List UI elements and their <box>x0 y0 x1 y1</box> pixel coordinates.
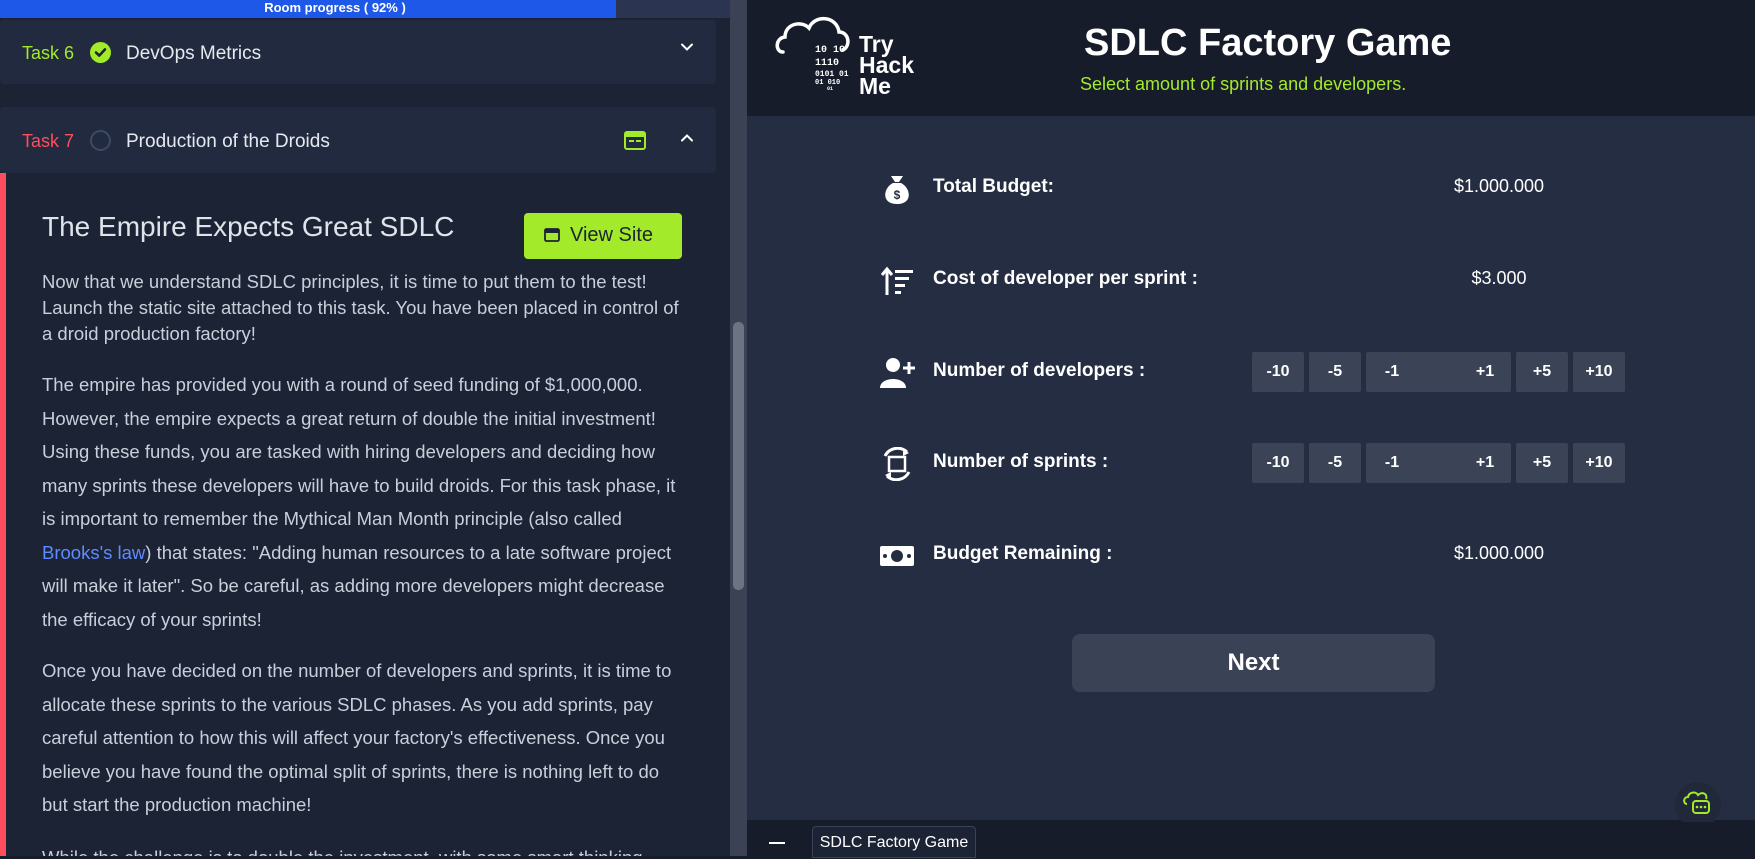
tab-sdlc-factory-game[interactable]: SDLC Factory Game <box>812 826 976 858</box>
sort-up-icon <box>880 266 913 295</box>
minimize-icon[interactable] <box>769 842 785 844</box>
logo-text: Me <box>859 73 891 98</box>
task-6-header[interactable]: Task 6 DevOps Metrics <box>0 20 716 84</box>
sprints-minus-5-button[interactable]: -5 <box>1309 443 1361 483</box>
task-7-content: The Empire Expects Great SDLC View Site … <box>0 173 716 856</box>
developers-minus-5-button[interactable]: -5 <box>1309 352 1361 392</box>
sync-icon <box>883 447 911 481</box>
game-panel: 10 10 1110 0101 01 01 010 01 Try Hack Me… <box>747 0 1755 858</box>
task-heading: The Empire Expects Great SDLC <box>42 211 455 242</box>
task-paragraph: The empire has provided you with a round… <box>42 368 682 636</box>
task-paragraph: Once you have decided on the number of d… <box>42 660 672 815</box>
room-progress-label: Room progress ( 92% ) <box>264 0 406 15</box>
task-title: Production of the Droids <box>126 131 330 152</box>
tryhackme-logo: 10 10 1110 0101 01 01 010 01 Try Hack Me <box>775 17 914 98</box>
developers-plus-10-button[interactable]: +10 <box>1573 352 1625 392</box>
row-label: Total Budget: <box>933 176 1055 197</box>
developer-cost-value: $3.000 <box>1471 268 1527 288</box>
sprints-row: Number of sprints : -10 -5 -1 +1 +5 +10 <box>879 439 1639 489</box>
task-paragraph: While the challenge is to double the inv… <box>42 841 682 856</box>
task-number: Task 6 <box>22 43 75 63</box>
brooks-law-link[interactable]: Brooks's law <box>42 542 145 563</box>
game-subtitle: Select amount of sprints and developers. <box>1080 74 1407 94</box>
logo-bits: 01 <box>827 86 833 92</box>
budget-remaining-value: $1.000.000 <box>1453 543 1545 563</box>
developers-row: Number of developers : -10 -5 -1 +1 +5 +… <box>879 348 1639 398</box>
logo-bits: 0101 01 <box>815 70 849 79</box>
developer-cost-row: Cost of developer per sprint : $3.000 <box>879 256 1639 306</box>
sprints-plus-5-button[interactable]: +5 <box>1516 443 1568 483</box>
sprints-plus-10-button[interactable]: +10 <box>1573 443 1625 483</box>
developers-plus-1-button[interactable]: +1 <box>1459 352 1511 392</box>
banknote-icon <box>880 546 914 566</box>
incomplete-circle-icon <box>90 130 111 151</box>
check-circle-icon <box>90 42 111 63</box>
row-label: Cost of developer per sprint : <box>933 268 1198 289</box>
chevron-down-icon[interactable] <box>680 40 694 54</box>
total-budget-value: $1.000.000 <box>1453 176 1545 196</box>
task-panel: Room progress ( 92% ) Task 6 DevOps Metr… <box>0 0 730 856</box>
view-site-label: View Site <box>570 224 654 246</box>
user-plus-icon <box>880 358 915 388</box>
next-button[interactable]: Next <box>1072 634 1435 692</box>
task-number: Task 7 <box>22 131 75 151</box>
row-label: Number of sprints : <box>933 451 1109 472</box>
view-site-button[interactable]: View Site <box>524 213 682 259</box>
row-label: Budget Remaining : <box>933 543 1113 564</box>
sprints-minus-10-button[interactable]: -10 <box>1252 443 1304 483</box>
task-paragraph: Now that we understand SDLC principles, … <box>42 271 679 344</box>
task-title: DevOps Metrics <box>126 43 262 64</box>
logo-bits: 1110 <box>815 58 839 69</box>
task-7-header[interactable]: Task 7 Production of the Droids <box>0 107 716 173</box>
game-area: $ Total Budget: $1.000.000 Cost of devel… <box>747 116 1755 820</box>
chevron-up-icon[interactable] <box>680 131 694 145</box>
developers-minus-10-button[interactable]: -10 <box>1252 352 1304 392</box>
scrollbar-thumb[interactable] <box>733 322 744 590</box>
bottom-tab-bar: SDLC Factory Game <box>747 822 1755 858</box>
browser-window-icon <box>544 228 560 242</box>
sprints-plus-1-button[interactable]: +1 <box>1459 443 1511 483</box>
svg-text:$: $ <box>894 188 901 202</box>
developers-plus-5-button[interactable]: +5 <box>1516 352 1568 392</box>
room-progress-bar: Room progress ( 92% ) <box>0 0 730 18</box>
total-budget-row: $ Total Budget: $1.000.000 <box>879 164 1639 214</box>
paragraph-text: The empire has provided you with a round… <box>42 374 676 529</box>
game-header: 10 10 1110 0101 01 01 010 01 Try Hack Me… <box>747 0 1755 116</box>
browser-window-icon[interactable] <box>624 131 646 150</box>
money-bag-icon: $ <box>885 176 909 204</box>
game-title: SDLC Factory Game <box>1084 22 1452 64</box>
row-label: Number of developers : <box>933 360 1146 381</box>
budget-remaining-row: Budget Remaining : $1.000.000 <box>879 531 1639 581</box>
logo-bits: 10 10 <box>815 45 845 56</box>
